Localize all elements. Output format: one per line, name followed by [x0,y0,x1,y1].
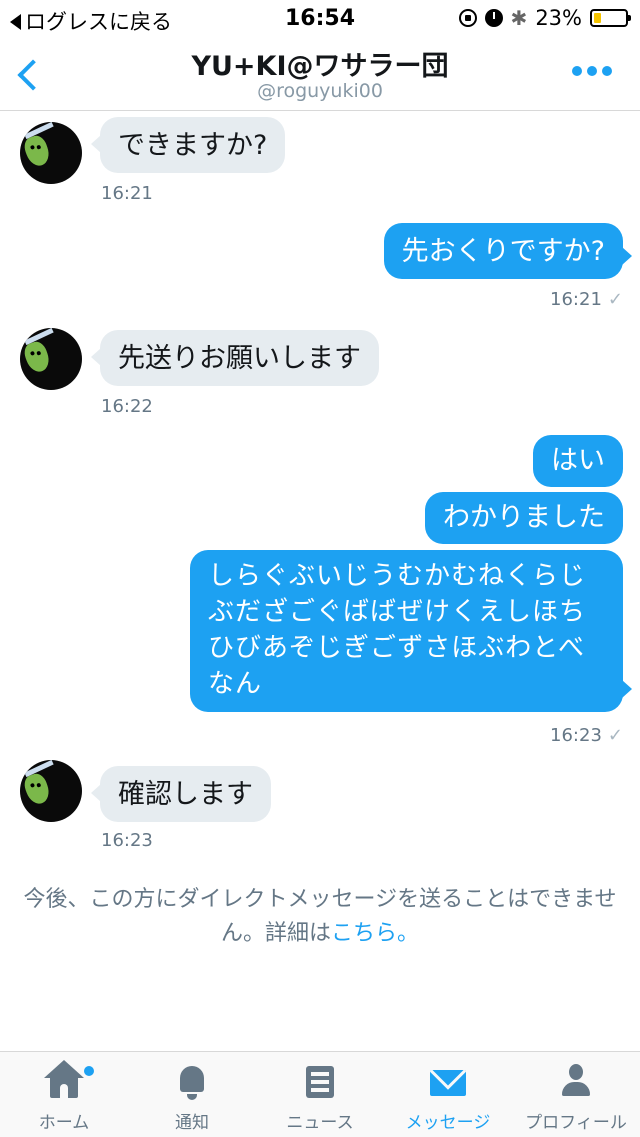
dm-disabled-notice: 今後、この方にダイレクトメッセージを送ることはできません。詳細はこちら。 [20,883,620,951]
outgoing-message[interactable]: わかりました [425,492,623,544]
tab-label: プロフィール [525,1113,627,1133]
battery-fill [594,13,601,23]
message-time: 16:23 [101,830,153,851]
message-time-row: 16:23 ✓ [550,725,623,746]
message-text: できますか? [118,130,268,161]
tab-label: ニュース [286,1113,354,1133]
message-text: 確認します [118,779,253,810]
person-shape [562,1064,590,1100]
battery-percent: 23% [535,6,582,30]
more-button[interactable] [572,66,612,76]
bell-icon [174,1064,210,1100]
home-shape [44,1060,84,1098]
bluetooth-icon: ✱ [510,6,528,30]
home-icon [44,1060,84,1100]
tab-news[interactable]: ニュース [256,1052,384,1137]
message-time: 16:21 [550,289,602,310]
mail-shape [430,1070,466,1096]
more-dot [602,66,612,76]
message-text: しらぐぶいじうむかむねくらじぶだざごぐばばぜけくえしほちひびあぞじぎごずさほぶわ… [208,561,587,699]
bell-shape [180,1066,204,1100]
conversation-handle: @roguyuki00 [257,80,383,102]
tab-label: 通知 [175,1113,209,1133]
tab-profile[interactable]: プロフィール [512,1052,640,1137]
message-text: 先送りお願いします [118,343,361,374]
avatar[interactable] [20,122,82,184]
mail-icon [430,1064,466,1100]
conversation-title[interactable]: YU+KI@ワサラー団 [0,44,640,83]
tab-messages[interactable]: メッセージ [384,1052,512,1137]
status-icons: ✱ 23% [458,6,631,30]
avatar[interactable] [20,760,82,822]
avatar-face [21,771,53,807]
notice-text: 今後、この方にダイレクトメッセージを送ることはできません。詳細は [23,887,617,946]
avatar-face [21,339,53,375]
conversation-header: YU+KI@ワサラー団 @roguyuki00 [0,36,640,111]
message-time: 16:23 [550,725,602,746]
rotation-lock-icon [458,9,477,27]
unread-dot [84,1066,94,1076]
avatar-face [21,133,53,169]
avatar[interactable] [20,328,82,390]
message-time: 16:21 [101,183,153,204]
status-bar: ログレスに戻る 16:54 ✱ 23% [0,0,640,36]
more-dot [587,66,597,76]
battery-icon [590,9,631,27]
person-icon [558,1064,594,1100]
incoming-message[interactable]: できますか? [90,117,286,173]
tab-bar: ホーム 通知 ニュース メッセージ プロフィール [0,1051,640,1137]
tab-label: ホーム [38,1113,90,1133]
tab-notifications[interactable]: 通知 [128,1052,256,1137]
incoming-message[interactable]: 確認します [91,766,271,822]
outgoing-message[interactable]: しらぐぶいじうむかむねくらじぶだざごぐばばぜけくえしほちひびあぞじぎごずさほぶわ… [190,550,632,712]
incoming-message[interactable]: 先送りお願いします [91,330,379,386]
tab-label: メッセージ [405,1113,491,1133]
sent-check-icon: ✓ [607,289,623,310]
alarm-icon [484,9,503,27]
sent-check-icon: ✓ [607,725,623,746]
message-text: はい [551,445,605,476]
outgoing-message[interactable]: はい [533,435,623,487]
details-link[interactable]: こちら。 [331,921,419,946]
news-shape [306,1066,334,1098]
news-icon [302,1064,338,1100]
message-time-row: 16:21 ✓ [550,289,623,310]
message-text: 先おくりですか? [401,236,605,267]
message-time: 16:22 [101,396,153,417]
tab-home[interactable]: ホーム [0,1052,128,1137]
more-dots-icon [572,66,582,76]
outgoing-message[interactable]: 先おくりですか? [383,223,633,279]
message-text: わかりました [443,502,605,533]
